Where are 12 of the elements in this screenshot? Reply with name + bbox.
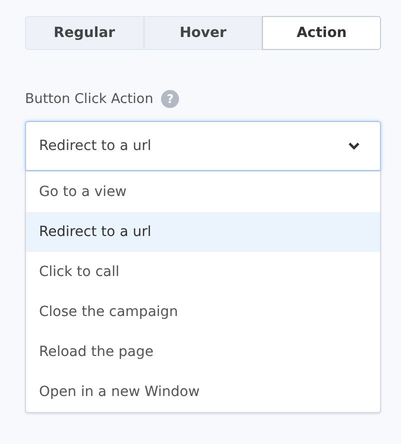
field-label: Button Click Action xyxy=(25,91,154,107)
menu-option[interactable]: Open in a new Window xyxy=(26,372,380,412)
menu-option[interactable]: Reload the page xyxy=(26,332,380,372)
menu-option[interactable]: Close the campaign xyxy=(26,292,380,332)
chevron-down-icon xyxy=(348,142,360,150)
tab[interactable]: Action xyxy=(262,16,382,50)
menu-option[interactable]: Go to a view xyxy=(26,172,380,212)
menu-option[interactable]: Redirect to a url xyxy=(26,212,380,252)
tab[interactable]: Hover xyxy=(144,16,262,50)
dropdown-select[interactable]: Redirect to a url xyxy=(25,121,381,171)
tab[interactable]: Regular xyxy=(25,16,144,50)
menu-option[interactable]: Click to call xyxy=(26,252,380,292)
